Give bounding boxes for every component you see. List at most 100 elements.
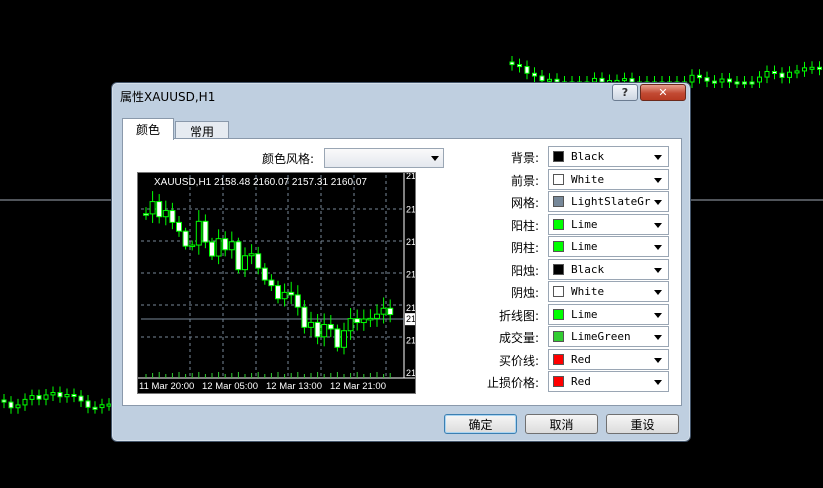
price-axis-label: 2156.15 <box>406 335 415 345</box>
preview-candle-body <box>294 294 301 308</box>
preview-candle-body <box>308 321 314 328</box>
preview-candle-body <box>374 313 380 319</box>
background-candle-body <box>697 74 702 79</box>
preview-candle-body <box>347 318 354 332</box>
color-name: Black <box>571 262 605 276</box>
color-select[interactable]: Lime <box>548 213 669 235</box>
background-candle-body <box>532 72 537 77</box>
background-candle-body <box>57 392 63 398</box>
preview-candle-body <box>162 210 169 218</box>
background-candle-body <box>764 71 770 78</box>
chevron-down-icon <box>654 245 662 250</box>
color-select[interactable]: Red <box>548 348 669 370</box>
color-swatch <box>553 218 564 230</box>
color-setting-label: 背景: <box>510 151 539 165</box>
color-select[interactable]: Lime <box>548 236 669 257</box>
background-candle-body <box>517 64 522 68</box>
background-candle-body <box>36 395 42 400</box>
color-select[interactable]: Red <box>548 371 669 392</box>
preview-chart-canvas: XAUUSD,H1 2158.48 2160.07 2157.31 2160.0… <box>138 171 439 392</box>
color-swatch <box>553 263 564 275</box>
background-candle-body <box>772 71 777 75</box>
color-swatch <box>553 173 564 185</box>
color-select[interactable]: White <box>548 168 669 190</box>
chevron-down-icon <box>654 200 662 205</box>
preview-header-text: XAUUSD,H1 2158.48 2160.07 2157.31 2160.0… <box>154 177 367 188</box>
color-select[interactable]: LimeGreen <box>548 326 669 347</box>
background-candle-body <box>8 401 14 409</box>
chevron-down-icon <box>654 312 662 318</box>
color-swatch <box>553 376 564 387</box>
preview-candle-body <box>380 307 387 315</box>
color-select[interactable]: Lime <box>548 303 669 325</box>
background-candle-body <box>29 395 35 400</box>
price-axis-label: 2180.30 <box>406 204 415 214</box>
preview-candle-body <box>182 230 189 247</box>
reset-button[interactable]: 重设 <box>606 414 679 434</box>
color-name: Red <box>571 352 591 366</box>
background-candle-body <box>15 404 21 409</box>
color-setting-label: 前景: <box>510 173 539 188</box>
cancel-button[interactable]: 取消 <box>525 414 598 434</box>
background-candle-body <box>85 400 91 408</box>
background-candle-body <box>99 404 105 409</box>
preview-candle-body <box>275 285 281 300</box>
price-axis-label: 2186.45 <box>406 173 415 181</box>
chevron-down-icon <box>654 357 662 363</box>
color-setting-label: 买价线: <box>498 353 539 368</box>
color-swatch <box>553 308 564 320</box>
background-candle-body <box>757 76 762 83</box>
color-name: LimeGreen <box>571 330 631 343</box>
background-candle-body <box>22 398 28 406</box>
color-swatch <box>553 286 564 297</box>
preview-candle-body <box>268 279 275 287</box>
background-candle-body <box>539 75 545 82</box>
color-select[interactable]: Black <box>548 258 669 280</box>
color-swatch <box>553 196 564 207</box>
tab-colors[interactable]: 颜色 <box>122 118 174 140</box>
background-candle-body <box>809 66 815 70</box>
price-axis-label: 2174.30 <box>406 237 415 247</box>
ok-button[interactable]: 确定 <box>444 414 517 434</box>
preview-candle-body <box>354 318 361 324</box>
color-name: White <box>571 172 605 186</box>
color-select[interactable]: LightSlateGr <box>548 191 669 212</box>
background-candle-body <box>92 406 98 410</box>
background-candle-body <box>524 66 530 74</box>
background-candle-body <box>712 80 717 84</box>
preview-candle-body <box>341 330 347 348</box>
preview-candle-body <box>248 253 255 257</box>
properties-dialog: 属性XAUUSD,H1 ? ✕ 颜色 常用 颜色风格: XAUUSD,H1 21… <box>111 82 691 442</box>
color-setting-label: 阳烛: <box>510 263 539 278</box>
color-select[interactable]: White <box>548 281 669 302</box>
color-scheme-select[interactable] <box>324 148 444 168</box>
background-candle-body <box>719 78 725 83</box>
preview-candle-body <box>242 255 248 271</box>
preview-candle-body <box>215 238 222 257</box>
preview-candle-body <box>288 291 295 296</box>
background-candle-body <box>779 72 785 78</box>
preview-candle-body <box>281 291 288 300</box>
chevron-down-icon <box>654 155 662 160</box>
background-candle-body <box>742 81 747 85</box>
preview-candle-body <box>235 241 242 271</box>
chart-preview: XAUUSD,H1 2158.48 2160.07 2157.31 2160.0… <box>137 171 439 394</box>
close-button[interactable]: ✕ <box>640 84 686 101</box>
color-name: Red <box>571 375 591 388</box>
color-name: LightSlateGr <box>571 195 651 208</box>
color-swatch <box>553 151 564 162</box>
help-button[interactable]: ? <box>612 84 638 101</box>
color-setting-label: 阴柱: <box>510 241 539 255</box>
background-candle-body <box>43 394 49 400</box>
color-setting-label: 阴烛: <box>510 286 539 300</box>
preview-candle-body <box>143 213 149 216</box>
preview-candle-body <box>228 241 235 251</box>
color-setting-label: 折线图: <box>498 308 539 323</box>
preview-candle-body <box>334 328 341 348</box>
preview-candle-body <box>387 307 394 316</box>
background-candle-body <box>78 395 84 402</box>
preview-candle-body <box>255 253 262 269</box>
background-candle-body <box>622 78 627 82</box>
preview-candle-body <box>327 323 334 330</box>
color-select[interactable]: Black <box>548 146 669 167</box>
